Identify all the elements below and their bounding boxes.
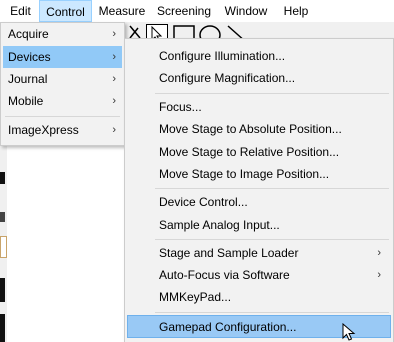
menu-screening[interactable]: Screening bbox=[152, 0, 216, 22]
menu-item-label: Move Stage to Absolute Position... bbox=[159, 122, 342, 136]
menu-window[interactable]: Window bbox=[218, 0, 274, 22]
menu-item-move-stage-relative[interactable]: Move Stage to Relative Position... bbox=[127, 141, 391, 163]
menu-item-label: Devices bbox=[8, 50, 51, 64]
menu-separator bbox=[155, 312, 389, 313]
menu-edit[interactable]: Edit bbox=[4, 0, 37, 22]
menu-help[interactable]: Help bbox=[276, 0, 316, 22]
menu-item-focus[interactable]: Focus... bbox=[127, 96, 391, 118]
menu-item-mmkeypad[interactable]: MMKeyPad... bbox=[127, 286, 391, 308]
menu-edit-label: Edit bbox=[10, 4, 31, 18]
menu-window-label: Window bbox=[224, 4, 268, 18]
menu-item-label: Auto-Focus via Software bbox=[159, 268, 290, 282]
menu-separator bbox=[155, 93, 389, 94]
background-block bbox=[0, 278, 5, 302]
menu-item-configure-magnification[interactable]: Configure Magnification... bbox=[127, 67, 391, 89]
menu-measure-label: Measure bbox=[98, 4, 146, 18]
menu-item-devices[interactable]: Devices › bbox=[3, 46, 122, 68]
menu-item-mobile[interactable]: Mobile › bbox=[3, 90, 122, 112]
menu-item-configure-illumination[interactable]: Configure Illumination... bbox=[127, 45, 391, 67]
menu-bar: Edit Control Measure Screening Window He… bbox=[0, 0, 394, 23]
background-block bbox=[0, 314, 5, 342]
menu-item-label: Move Stage to Relative Position... bbox=[159, 145, 340, 159]
menu-item-label: Mobile bbox=[8, 94, 44, 108]
menu-item-label: Configure Illumination... bbox=[159, 49, 286, 63]
menu-item-label: ImageXpress bbox=[8, 123, 79, 137]
menu-separator bbox=[155, 188, 389, 189]
submenu-arrow-icon: › bbox=[112, 124, 116, 136]
background-block bbox=[0, 212, 5, 222]
menu-item-label: MMKeyPad... bbox=[159, 290, 232, 304]
submenu-arrow-icon: › bbox=[377, 247, 381, 259]
background-block bbox=[0, 172, 5, 184]
menu-item-label: Configure Magnification... bbox=[159, 71, 296, 85]
menu-control-label: Control bbox=[46, 5, 85, 19]
menu-item-label: Gamepad Configuration... bbox=[159, 320, 297, 334]
menu-control[interactable]: Control bbox=[39, 0, 92, 22]
menu-item-move-stage-absolute[interactable]: Move Stage to Absolute Position... bbox=[127, 118, 391, 140]
menu-item-sample-analog-input[interactable]: Sample Analog Input... bbox=[127, 214, 391, 236]
control-menu: Acquire › Devices › Journal › Mobile › I… bbox=[0, 22, 125, 146]
menu-item-label: Move Stage to Image Position... bbox=[159, 167, 330, 181]
menu-item-device-control[interactable]: Device Control... bbox=[127, 191, 391, 213]
menu-item-label: Journal bbox=[8, 72, 48, 86]
menu-item-auto-focus-software[interactable]: Auto-Focus via Software › bbox=[127, 264, 391, 286]
menu-separator bbox=[155, 239, 389, 240]
menu-item-journal[interactable]: Journal › bbox=[3, 68, 122, 90]
submenu-arrow-icon: › bbox=[112, 51, 116, 63]
menu-help-label: Help bbox=[283, 4, 309, 18]
menu-item-stage-sample-loader[interactable]: Stage and Sample Loader › bbox=[127, 242, 391, 264]
menu-item-label: Stage and Sample Loader bbox=[159, 246, 299, 260]
devices-submenu: Configure Illumination... Configure Magn… bbox=[124, 38, 394, 342]
menu-item-label: Device Control... bbox=[159, 195, 248, 209]
menu-measure[interactable]: Measure bbox=[94, 0, 150, 22]
menu-item-label: Focus... bbox=[159, 100, 202, 114]
menu-item-label: Acquire bbox=[8, 27, 49, 41]
menu-separator bbox=[5, 116, 120, 117]
mouse-cursor-icon bbox=[342, 323, 356, 341]
menu-item-acquire[interactable]: Acquire › bbox=[3, 23, 122, 45]
background-block bbox=[0, 236, 7, 258]
menu-screening-label: Screening bbox=[156, 4, 212, 18]
menu-item-imagexpress[interactable]: ImageXpress › bbox=[3, 119, 122, 141]
submenu-arrow-icon: › bbox=[112, 73, 116, 85]
menu-item-label: Sample Analog Input... bbox=[159, 218, 280, 232]
submenu-arrow-icon: › bbox=[112, 28, 116, 40]
menu-item-move-stage-image[interactable]: Move Stage to Image Position... bbox=[127, 163, 391, 185]
submenu-arrow-icon: › bbox=[377, 269, 381, 281]
submenu-arrow-icon: › bbox=[112, 95, 116, 107]
